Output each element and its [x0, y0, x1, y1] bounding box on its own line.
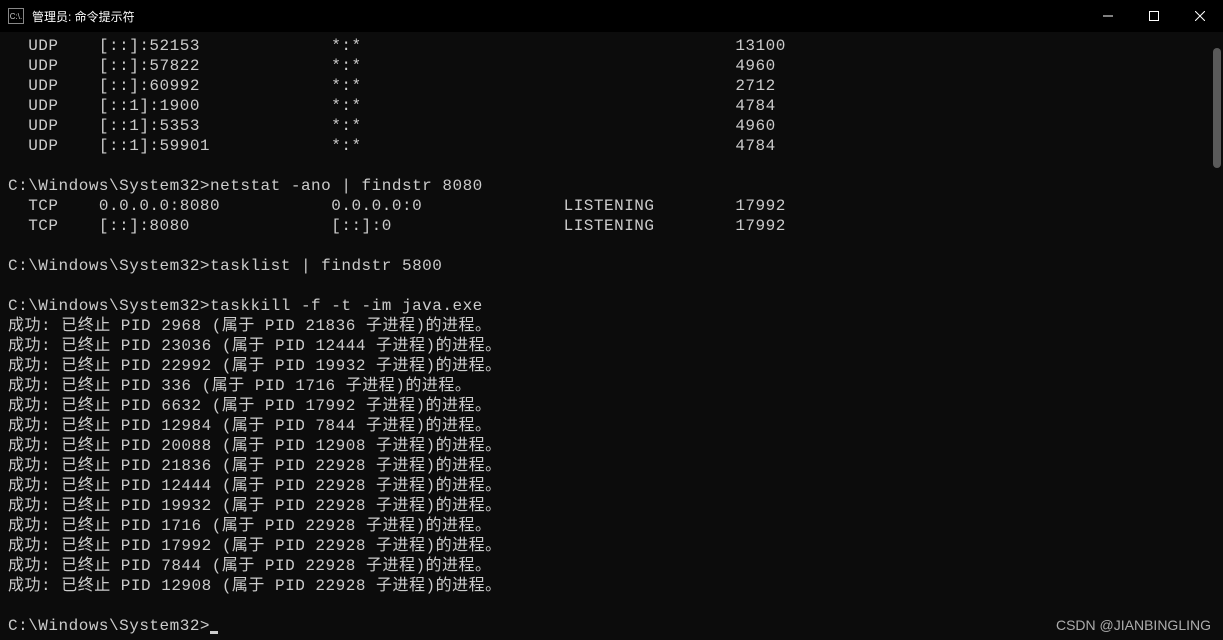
cursor [210, 631, 218, 634]
minimize-button[interactable] [1085, 0, 1131, 32]
window-titlebar: C:\. 管理员: 命令提示符 [0, 0, 1223, 32]
window-controls [1085, 0, 1223, 32]
cmd-icon: C:\. [8, 8, 24, 24]
window-title: 管理员: 命令提示符 [32, 8, 135, 25]
close-button[interactable] [1177, 0, 1223, 32]
titlebar-left: C:\. 管理员: 命令提示符 [8, 8, 135, 25]
terminal-output[interactable]: UDP [::]:52153 *:* 13100 UDP [::]:57822 … [0, 32, 1223, 640]
watermark-text: CSDN @JIANBINGLING [1056, 617, 1211, 633]
maximize-button[interactable] [1131, 0, 1177, 32]
scrollbar-thumb[interactable] [1213, 48, 1221, 168]
